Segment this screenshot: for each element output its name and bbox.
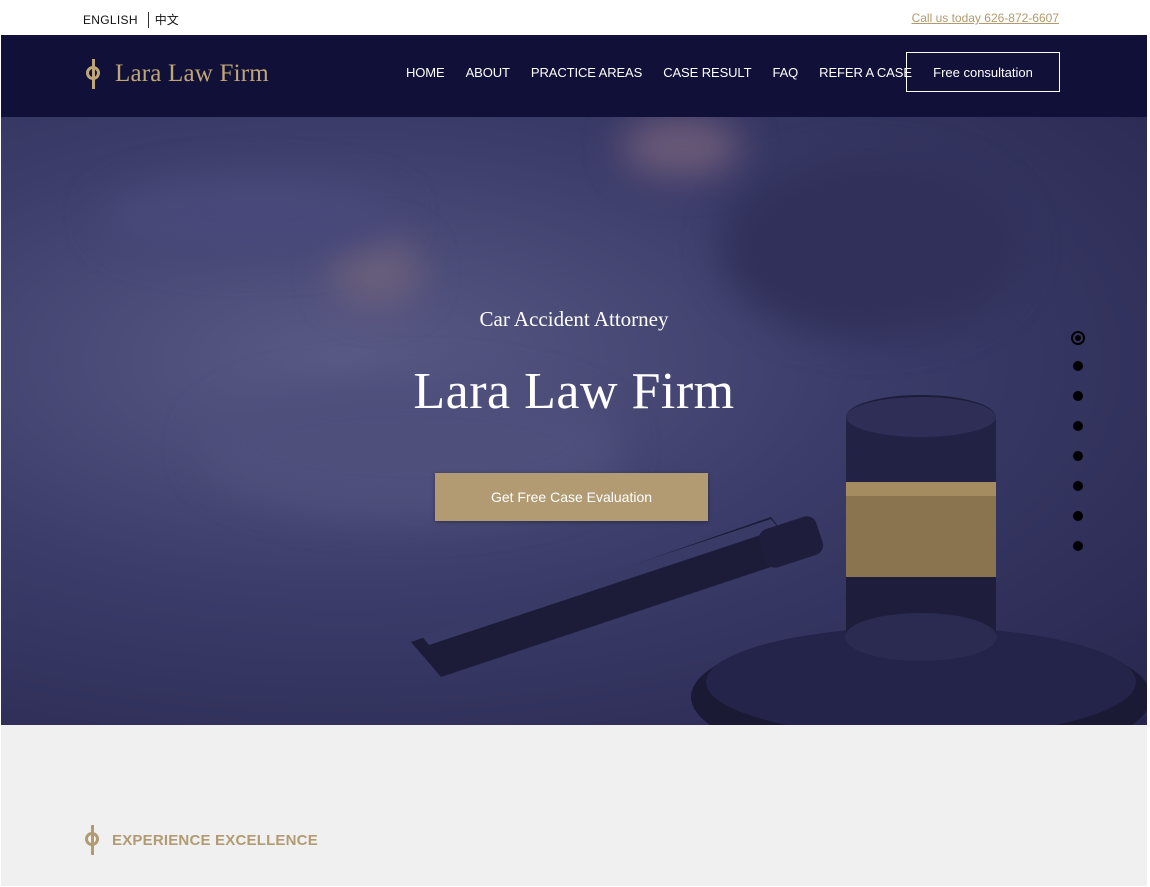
site-logo[interactable]: Lara Law Firm bbox=[83, 59, 269, 89]
language-divider bbox=[147, 11, 149, 28]
language-chinese-link[interactable]: 中文 bbox=[155, 11, 179, 28]
language-switcher: ENGLISH 中文 bbox=[83, 11, 179, 28]
slide-dot-8[interactable] bbox=[1073, 541, 1083, 551]
logo-text: Lara Law Firm bbox=[115, 60, 269, 87]
page: ENGLISH 中文 Call us today 626-872-6607 La… bbox=[1, 1, 1147, 886]
call-us-link[interactable]: Call us today 626-872-6607 bbox=[912, 11, 1059, 25]
experience-section: EXPERIENCE EXCELLENCE bbox=[1, 725, 1147, 886]
slide-dot-7[interactable] bbox=[1073, 511, 1083, 521]
nav-refer-a-case[interactable]: REFER A CASE bbox=[819, 65, 912, 80]
hero-subtitle: Car Accident Attorney bbox=[479, 307, 669, 331]
nav-about[interactable]: ABOUT bbox=[466, 65, 510, 80]
get-free-case-evaluation-button[interactable]: Get Free Case Evaluation bbox=[435, 473, 708, 521]
nav-practice-areas[interactable]: PRACTICE AREAS bbox=[531, 65, 642, 80]
slide-pagination bbox=[1071, 331, 1085, 571]
language-english-link[interactable]: ENGLISH bbox=[83, 13, 138, 27]
nav-faq[interactable]: FAQ bbox=[772, 65, 798, 80]
phi-logo-icon bbox=[83, 59, 107, 89]
slide-dot-5[interactable] bbox=[1073, 451, 1083, 461]
section-heading: EXPERIENCE EXCELLENCE bbox=[83, 825, 318, 855]
slide-dot-3[interactable] bbox=[1073, 391, 1083, 401]
main-header: Lara Law Firm HOME ABOUT PRACTICE AREAS … bbox=[1, 35, 1147, 117]
top-utility-bar: ENGLISH 中文 Call us today 626-872-6607 bbox=[1, 1, 1147, 35]
slide-dot-1[interactable] bbox=[1071, 331, 1085, 345]
slide-dot-2[interactable] bbox=[1073, 361, 1083, 371]
hero-title: Lara Law Firm bbox=[413, 363, 735, 420]
nav-home[interactable]: HOME bbox=[406, 65, 445, 80]
main-nav: HOME ABOUT PRACTICE AREAS CASE RESULT FA… bbox=[406, 65, 933, 80]
free-consultation-button[interactable]: Free consultation bbox=[906, 52, 1060, 92]
section-heading-text: EXPERIENCE EXCELLENCE bbox=[112, 831, 318, 849]
gavel-image bbox=[411, 395, 1147, 725]
nav-case-result[interactable]: CASE RESULT bbox=[663, 65, 751, 80]
slide-dot-6[interactable] bbox=[1073, 481, 1083, 491]
hero-banner: Car Accident Attorney Lara Law Firm Get … bbox=[1, 117, 1147, 725]
phi-section-icon bbox=[83, 825, 103, 855]
slide-dot-4[interactable] bbox=[1073, 421, 1083, 431]
